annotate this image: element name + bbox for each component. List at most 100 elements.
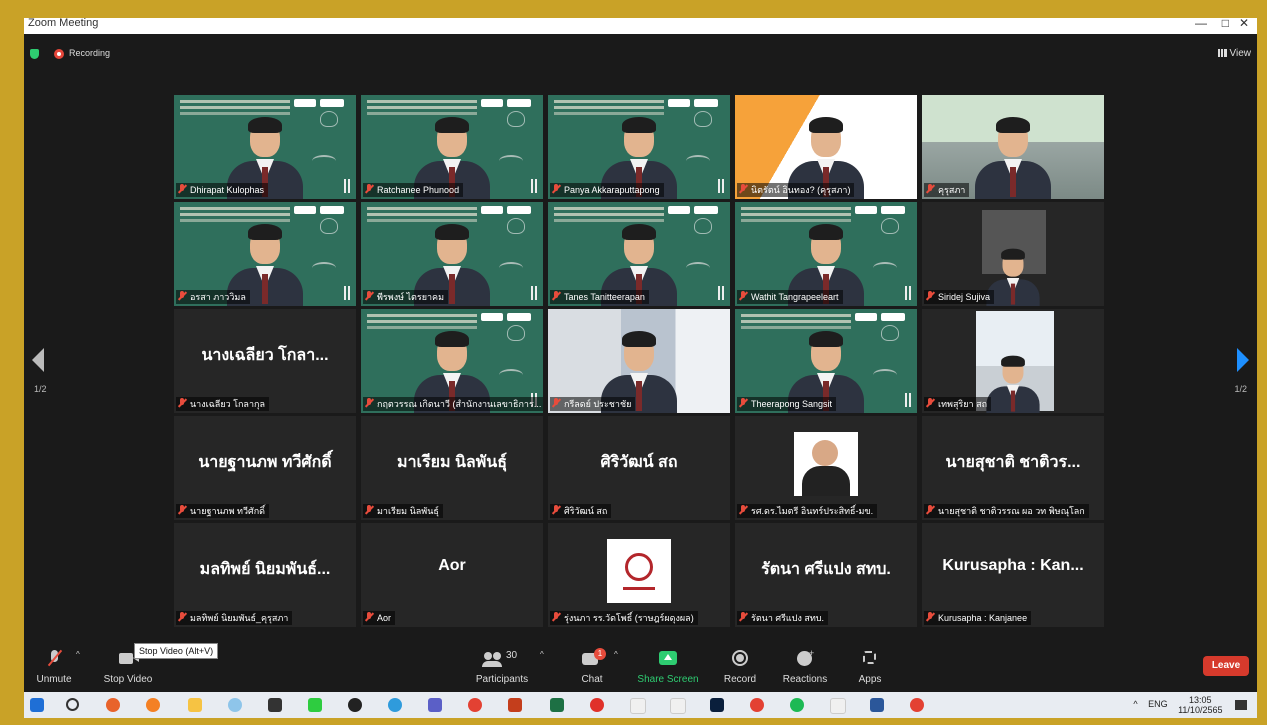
clock[interactable]: 13:05 11/10/2565 — [1178, 695, 1222, 715]
participant-display-name: ศิริวัฒน์ สถ — [600, 454, 678, 471]
muted-microphone-icon — [365, 612, 373, 622]
close-button[interactable]: ✕ — [1239, 18, 1249, 31]
encryption-shield-icon[interactable] — [30, 49, 39, 59]
participant-tile[interactable]: เทพสุริยา สถ — [922, 309, 1104, 413]
page-indicator-left: 1/2 — [34, 384, 47, 394]
photoshop-icon[interactable] — [710, 698, 724, 712]
participant-tile[interactable]: Theerapong Sangsit — [735, 309, 917, 413]
muted-microphone-icon — [365, 505, 373, 515]
participant-tile[interactable]: คุรุสภา — [922, 95, 1104, 199]
language-indicator[interactable]: ENG — [1148, 699, 1168, 709]
participant-tile[interactable]: ศิริวัฒน์ สถ ศิริวัฒน์ สถ — [548, 416, 730, 520]
windows-start-icon[interactable] — [30, 698, 44, 712]
firefox-icon[interactable] — [106, 698, 120, 712]
participant-tile[interactable]: Wathit Tangrapeeleart — [735, 202, 917, 306]
participant-tile[interactable]: Dhirapat Kulophas — [174, 95, 356, 199]
participants-label: Participants — [475, 674, 529, 685]
microphone-muted-icon — [43, 648, 65, 670]
participant-name-label: Kurusapha : Kanjanee — [924, 611, 1032, 625]
participant-tile[interactable]: กรีลดย์ ประชาชัย — [548, 309, 730, 413]
participant-tile[interactable]: นายฐานภพ ทวีศักดิ์ นายฐานภพ ทวีศักดิ์ — [174, 416, 356, 520]
next-page-arrow-icon[interactable] — [1237, 348, 1249, 372]
apps-button[interactable]: Apps — [852, 648, 888, 685]
notification-icon[interactable] — [1235, 700, 1247, 710]
page-indicator-right: 1/2 — [1234, 384, 1247, 394]
file-icon[interactable] — [630, 698, 646, 714]
previous-page-arrow-icon[interactable] — [32, 348, 44, 372]
chrome-icon[interactable] — [468, 698, 482, 712]
file-icon[interactable] — [830, 698, 846, 714]
line-icon[interactable] — [308, 698, 322, 712]
participant-name: Tanes Tanitteerapan — [564, 292, 645, 302]
muted-microphone-icon — [178, 505, 186, 515]
participant-name-label: รศ.ดร.ไมตรี อินทร์ประสิทธิ์-มข. — [737, 504, 878, 518]
participant-tile[interactable]: กฤตวรรณ เกิดนาวี (สำนักงานเลขาธิการ... — [361, 309, 543, 413]
excel-icon[interactable] — [550, 698, 564, 712]
muted-microphone-icon — [365, 291, 373, 301]
participant-tile[interactable]: Tanes Tanitteerapan — [548, 202, 730, 306]
participant-name-label: รัตนา ศรีแปง สทบ. — [737, 611, 828, 625]
reactions-button[interactable]: + Reactions — [780, 648, 830, 685]
participants-button[interactable]: 30 Participants — [472, 648, 532, 685]
powerpoint-icon[interactable] — [508, 698, 522, 712]
recording-label: Recording — [69, 48, 111, 58]
participants-count: 30 — [506, 650, 518, 661]
file-explorer-icon[interactable] — [188, 698, 202, 712]
leave-button[interactable]: Leave — [1203, 656, 1249, 676]
chat-caret-icon[interactable]: ^ — [614, 650, 618, 659]
edge-icon[interactable] — [388, 698, 402, 712]
unmute-button[interactable]: Unmute — [30, 648, 78, 685]
app-icon[interactable] — [146, 698, 160, 712]
participant-tile[interactable]: นิตรัตน์ อินทอง? (คุรุสภา) — [735, 95, 917, 199]
participant-tile[interactable]: Ratchanee Phunood — [361, 95, 543, 199]
participant-name-label: Theerapong Sangsit — [737, 397, 837, 411]
tray-chevron-icon[interactable]: ^ — [1133, 699, 1137, 709]
participants-caret-icon[interactable]: ^ — [540, 650, 544, 659]
file-icon[interactable] — [670, 698, 686, 714]
teams-icon[interactable] — [428, 698, 442, 712]
view-button[interactable]: View — [1217, 48, 1251, 59]
stop-video-tooltip: Stop Video (Alt+V) — [134, 643, 219, 659]
participant-name: Dhirapat Kulophas — [190, 185, 265, 195]
participant-name: มาเรียม นิลพันธุ์ — [377, 506, 439, 516]
minimize-button[interactable]: — — [1195, 18, 1207, 31]
participant-name-label: Panya Akkaraputtapong — [550, 183, 664, 197]
chrome-icon[interactable] — [910, 698, 924, 712]
muted-microphone-icon — [552, 184, 560, 194]
maximize-button[interactable]: □ — [1222, 18, 1229, 31]
opera-icon[interactable] — [590, 698, 604, 712]
share-screen-button[interactable]: Share Screen — [636, 648, 700, 685]
participant-name: Theerapong Sangsit — [751, 399, 833, 409]
muted-microphone-icon — [552, 612, 560, 622]
audio-options-caret-icon[interactable]: ^ — [76, 650, 80, 659]
participant-tile[interactable]: นายสุชาติ ชาติวร... นายสุชาติ ชาติวรรณ ผอ… — [922, 416, 1104, 520]
participant-tile[interactable]: นางเฉลียว โกลา... นางเฉลียว โกลากุล — [174, 309, 356, 413]
chat-button[interactable]: 1 Chat — [572, 648, 612, 685]
record-button[interactable]: Record — [720, 648, 760, 685]
participant-tile[interactable]: รศ.ดร.ไมตรี อินทร์ประสิทธิ์-มข. — [735, 416, 917, 520]
chat-unread-badge: 1 — [594, 648, 606, 660]
recording-icon — [54, 49, 64, 59]
participant-tile[interactable]: รุ่งนภา รร.วัดโพธิ์ (ราษฎร์ผดุงผล) — [548, 523, 730, 627]
participant-tile[interactable]: มาเรียม นิลพันธุ์ มาเรียม นิลพันธุ์ — [361, 416, 543, 520]
participant-tile[interactable]: อรสา ภาววิมล — [174, 202, 356, 306]
participant-tile[interactable]: Aor Aor — [361, 523, 543, 627]
participant-tile[interactable]: พีรพงษ์ ไตรยาคม — [361, 202, 543, 306]
participant-display-name: นายฐานภพ ทวีศักดิ์ — [198, 454, 332, 471]
participant-tile[interactable]: Kurusapha : Kan... Kurusapha : Kanjanee — [922, 523, 1104, 627]
muted-microphone-icon — [926, 612, 934, 622]
app-icon[interactable] — [348, 698, 362, 712]
chrome-icon[interactable] — [750, 698, 764, 712]
participant-tile[interactable]: มลทิพย์ นิยมพันธ์... มลทิพย์ นิยมพันธ์_คุ… — [174, 523, 356, 627]
participant-tile[interactable]: Siridej Sujiva — [922, 202, 1104, 306]
internet-explorer-icon[interactable] — [228, 698, 242, 712]
meeting-status-bar: Recording View — [24, 44, 1257, 64]
participant-tile[interactable]: Panya Akkaraputtapong — [548, 95, 730, 199]
participant-display-name: Kurusapha : Kan... — [942, 557, 1084, 574]
participant-tile[interactable]: รัตนา ศรีแปง สทบ. รัตนา ศรีแปง สทบ. — [735, 523, 917, 627]
camera-icon[interactable] — [268, 698, 282, 712]
participant-display-name: มลทิพย์ นิยมพันธ์... — [199, 561, 331, 578]
search-icon[interactable] — [66, 698, 79, 711]
spotify-icon[interactable] — [790, 698, 804, 712]
word-icon[interactable] — [870, 698, 884, 712]
